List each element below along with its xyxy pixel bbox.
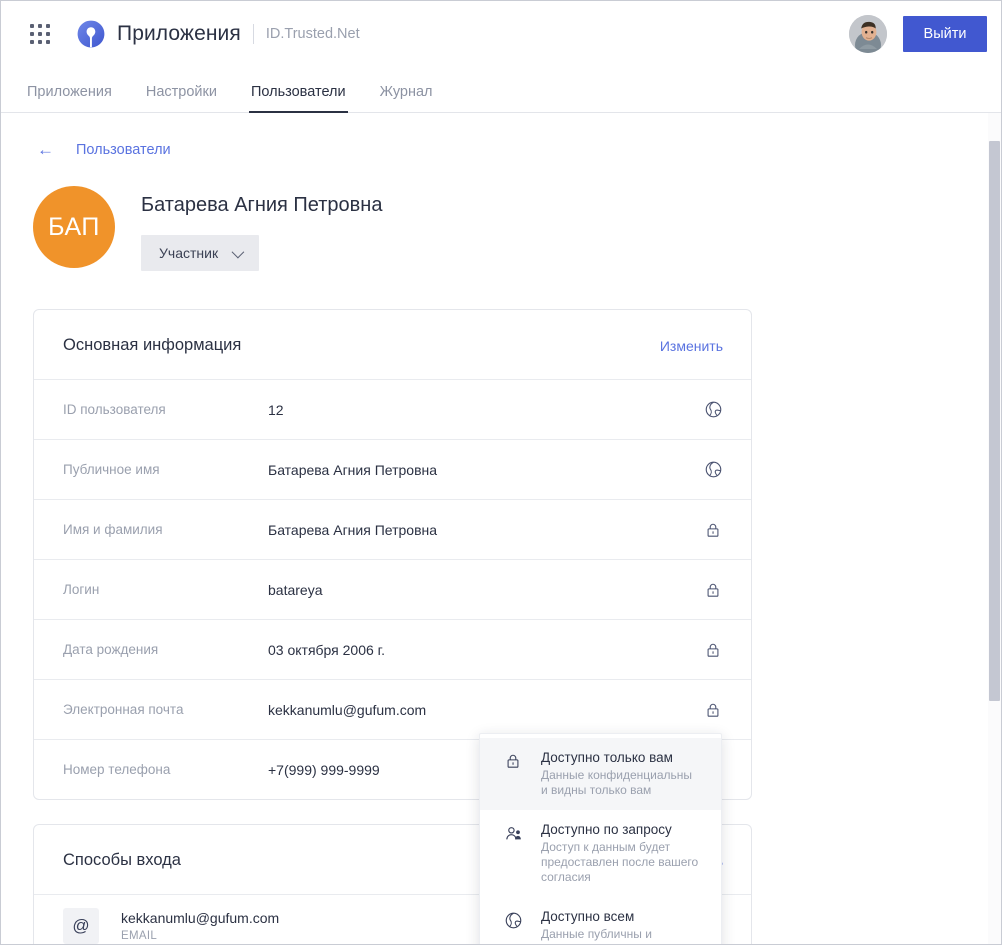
row-value: batareya [268,581,323,598]
main-tabs: Приложения Настройки Пользователи Журнал [1,67,1001,113]
privacy-dropdown-menu: Доступно только вам Данные конфиденциаль… [479,733,722,944]
lock-glyph [707,523,719,537]
user-role-dropdown[interactable]: Участник [141,235,260,271]
page-title: Приложения [117,22,241,45]
user-full-name: Батарева Агния Петровна [141,194,383,216]
user-header: БАП Батарева Агния Петровна Участник [1,158,988,271]
globe-glyph [505,912,521,929]
app-header: Приложения ID.Trusted.Net Выйти [1,1,1001,67]
browser-window: Приложения ID.Trusted.Net Выйти Приложен… [0,0,1002,945]
lock-glyph [707,703,719,717]
brand-block[interactable]: Приложения ID.Trusted.Net [77,20,360,48]
row-value: Батарева Агния Петровна [268,521,438,538]
app-subtitle: ID.Trusted.Net [265,26,360,42]
tab-settings[interactable]: Настройки [146,84,217,112]
table-row: Публичное имя Батарева Агния Петровна [34,439,751,499]
card-title: Основная информация [63,336,242,354]
row-label: Электронная почта [63,702,184,717]
lock-glyph [507,754,519,768]
user-role-label: Участник [159,245,219,261]
table-row: Дата рождения 03 октября 2006 г. [34,619,751,679]
back-link-label: Пользователи [76,141,171,158]
users-glyph [505,827,521,840]
option-title: Доступно только вам [541,750,673,765]
user-initials-avatar: БАП [33,186,115,268]
lock-icon[interactable] [701,578,725,602]
option-title: Доступно всем [541,909,635,924]
lock-icon[interactable] [701,518,725,542]
option-title: Доступно по запросу [541,822,672,837]
title-divider [252,24,254,44]
trusted-net-logo-icon [77,20,105,48]
row-value: Батарева Агния Петровна [268,461,438,478]
lock-glyph [707,643,719,657]
globe-glyph [705,461,721,478]
apps-grid-icon[interactable] [27,21,53,47]
avatar[interactable] [849,15,887,53]
back-to-users-link[interactable]: ← Пользователи [1,113,171,158]
tab-users[interactable]: Пользователи [248,84,348,113]
option-description: Данные публичны и доступны всем [541,927,652,944]
option-description: Доступ к данным будет предоставлен после… [541,840,699,884]
lock-icon[interactable] [701,698,725,722]
logout-button[interactable]: Выйти [903,16,987,52]
table-row: Логин batareya [34,559,751,619]
globe-glyph [705,401,721,418]
privacy-option-private[interactable]: Доступно только вам Данные конфиденциаль… [480,738,721,810]
chevron-down-icon [231,245,245,258]
row-label: Логин [63,582,100,597]
globe-icon [502,909,524,931]
globe-icon[interactable] [701,398,725,422]
lock-icon [502,750,524,772]
option-description: Данные конфиденциальны и видны только ва… [541,768,693,797]
tab-applications[interactable]: Приложения [27,84,112,112]
arrow-left-icon: ← [37,140,54,159]
header-actions: Выйти [849,15,987,53]
card-header: Основная информация Изменить [34,310,751,379]
row-value: 03 октября 2006 г. [268,641,385,658]
edit-link[interactable]: Изменить [660,338,723,354]
scrollbar-track[interactable] [988,113,1001,944]
row-label: Имя и фамилия [63,522,163,537]
scrollbar-thumb[interactable] [989,141,1000,701]
users-icon [502,822,524,844]
at-sign-icon: @ [63,907,99,944]
privacy-option-public[interactable]: Доступно всем Данные публичны и доступны… [480,897,721,944]
card-title: Способы входа [63,851,181,869]
row-label: ID пользователя [63,402,166,417]
row-label: Дата рождения [63,642,159,657]
lock-icon[interactable] [701,638,725,662]
table-row: ID пользователя 12 [34,379,751,439]
tab-journal[interactable]: Журнал [380,84,433,112]
basic-information-card: Основная информация Изменить ID пользова… [33,309,752,800]
globe-icon[interactable] [701,458,725,482]
content-area: ← Пользователи БАП Батарева Агния Петров… [1,113,1001,944]
row-value: kekkanumlu@gufum.com [268,701,427,718]
row-label: Номер телефона [63,762,171,777]
privacy-option-on-request[interactable]: Доступно по запросу Доступ к данным буде… [480,810,721,897]
lock-glyph [707,583,719,597]
table-row: Имя и фамилия Батарева Агния Петровна [34,499,751,559]
row-value: 12 [268,401,284,418]
table-row: Электронная почта kekkanumlu@gufum.com [34,679,751,739]
row-label: Публичное имя [63,462,160,477]
avatar-photo [849,15,887,53]
